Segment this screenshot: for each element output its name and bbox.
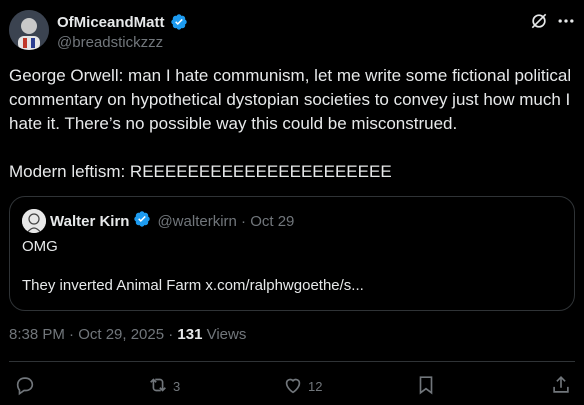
share-icon	[550, 374, 572, 399]
bookmark-button[interactable]	[415, 374, 437, 399]
author-handle[interactable]: @breadstickzzz	[57, 34, 188, 51]
quoted-author-avatar[interactable]	[22, 209, 46, 233]
author-names: OfMiceandMatt @breadstickzzz	[57, 12, 188, 51]
quoted-text-line: They inverted Animal Farm x.com/ralphwgo…	[22, 277, 364, 294]
grok-icon[interactable]	[529, 11, 549, 31]
like-button[interactable]: 12	[282, 374, 322, 399]
retweet-button[interactable]: 3	[147, 374, 180, 399]
quoted-text-line: OMG	[22, 238, 58, 255]
quoted-tweet[interactable]: Walter Kirn @walterkirn · Oct 29 OMG The…	[9, 196, 575, 311]
quoted-header: Walter Kirn @walterkirn · Oct 29	[50, 210, 294, 232]
tweet-header: OfMiceandMatt @breadstickzzz	[9, 8, 575, 52]
action-bar: 3 12	[0, 372, 584, 400]
timestamp-time[interactable]: 8:38 PM · Oct 29, 2025 ·	[9, 326, 177, 343]
views-count: 131	[177, 326, 203, 343]
like-count: 12	[308, 379, 323, 394]
tweet-text: George Orwell: man I hate communism, let…	[9, 66, 572, 181]
share-button[interactable]	[550, 374, 572, 399]
reply-button[interactable]	[14, 374, 40, 399]
quoted-display-name[interactable]: Walter Kirn	[50, 213, 129, 230]
verified-badge-icon[interactable]	[170, 13, 188, 31]
reply-icon	[14, 374, 36, 399]
like-icon	[282, 374, 304, 399]
author-display-name[interactable]: OfMiceandMatt	[57, 14, 165, 31]
retweet-icon	[147, 374, 169, 399]
more-icon[interactable]	[556, 11, 576, 31]
tweet-timestamp: 8:38 PM · Oct 29, 2025 · 131 Views	[9, 326, 246, 343]
bookmark-icon	[415, 374, 437, 399]
quoted-meta: @walterkirn · Oct 29	[157, 212, 295, 230]
quoted-verified-badge-icon	[133, 210, 151, 233]
author-avatar[interactable]	[9, 10, 49, 50]
retweet-count: 3	[173, 379, 181, 394]
divider	[9, 361, 575, 362]
views-label: Views	[202, 326, 247, 343]
